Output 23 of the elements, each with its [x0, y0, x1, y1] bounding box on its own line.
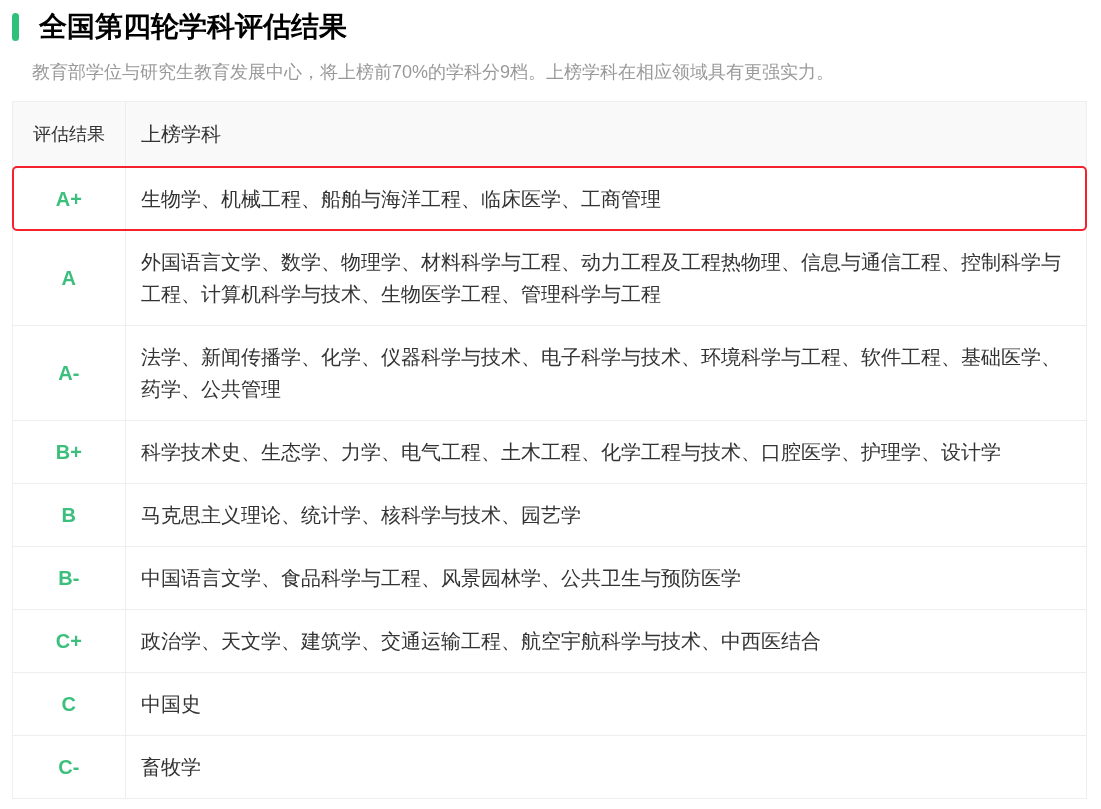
subjects-cell: 中国语言文学、食品科学与工程、风景园林学、公共卫生与预防医学 [125, 546, 1086, 609]
subjects-cell: 畜牧学 [125, 735, 1086, 798]
grade-cell: C+ [13, 609, 125, 672]
column-header: 评估结果 [13, 102, 125, 167]
subjects-cell: 外国语言文学、数学、物理学、材料科学与工程、动力工程及工程热物理、信息与通信工程、控制科学与工程、计算机科学与技术、生物医学工程、管理科学与工程 [125, 230, 1086, 325]
page-title: 全国第四轮学科评估结果 [39, 12, 347, 42]
subjects-cell: 中国史 [125, 672, 1086, 735]
grade-cell: C [13, 672, 125, 735]
subjects-cell: 马克思主义理论、统计学、核科学与技术、园艺学 [125, 483, 1086, 546]
page-subtitle: 教育部学位与研究生教育发展中心，将上榜前70%的学科分9档。上榜学科在相应领域具有更强实力。 [32, 61, 836, 84]
grade-cell: B- [13, 546, 125, 609]
grade-cell: A+ [13, 167, 125, 230]
grade-cell: C- [13, 735, 125, 798]
grade-cell: A [13, 230, 125, 325]
grade-cell: B+ [13, 420, 125, 483]
subjects-cell: 科学技术史、生态学、力学、电气工程、土木工程、化学工程与技术、口腔医学、护理学、设计学 [125, 420, 1086, 483]
grade-cell: B [13, 483, 125, 546]
subjects-cell: 法学、新闻传播学、化学、仪器科学与技术、电子科学与技术、环境科学与工程、软件工程、基础医学、药学、公共管理 [125, 325, 1086, 420]
subjects-cell: 生物学、机械工程、船舶与海洋工程、临床医学、工商管理 [125, 167, 1086, 230]
subjects-cell: 政治学、天文学、建筑学、交通运输工程、航空宇航科学与技术、中西医结合 [125, 609, 1086, 672]
grade-cell: A- [13, 325, 125, 420]
column-header: 上榜学科 [125, 102, 1086, 167]
title-accent-bar [12, 13, 19, 41]
